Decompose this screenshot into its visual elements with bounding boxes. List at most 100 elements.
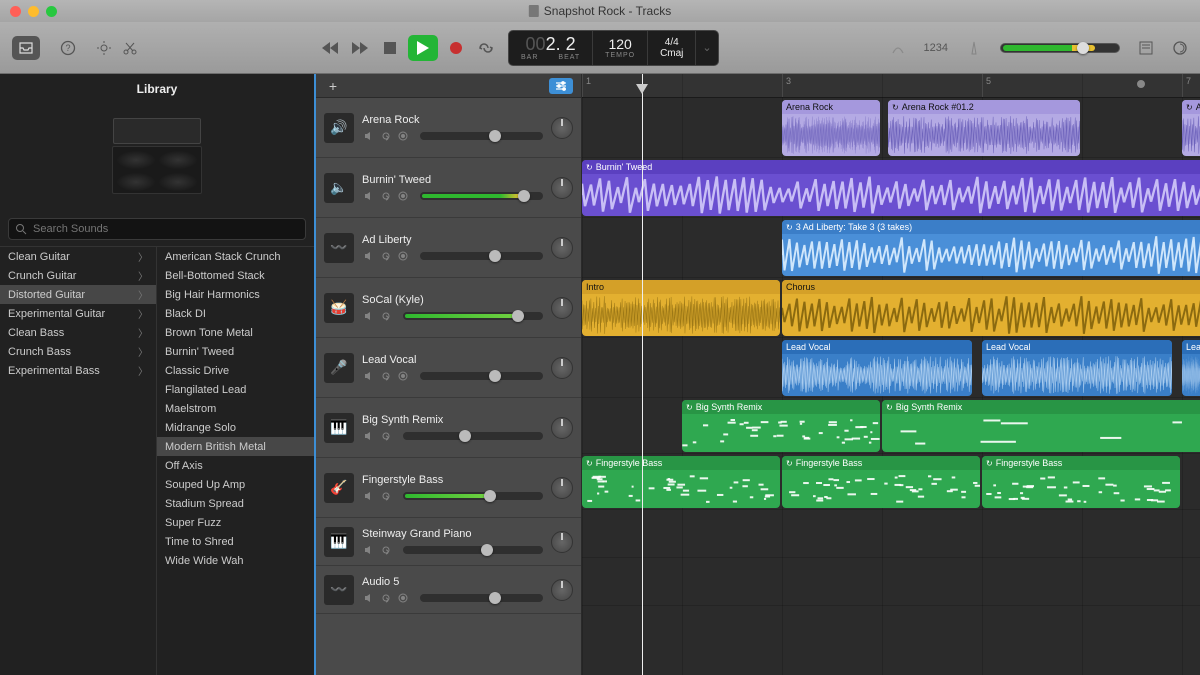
volume-slider[interactable] — [420, 132, 543, 140]
pan-knob[interactable] — [551, 177, 573, 199]
volume-slider[interactable] — [420, 372, 543, 380]
track-header[interactable]: 🥁 SoCal (Kyle) — [316, 278, 581, 338]
cycle-button[interactable] — [474, 38, 498, 58]
region[interactable]: Lead — [1182, 340, 1200, 396]
region[interactable]: ↻Big Synth Remix — [882, 400, 1200, 452]
pan-knob[interactable] — [551, 237, 573, 259]
library-toggle-button[interactable] — [12, 36, 40, 60]
library-item[interactable]: Souped Up Amp — [157, 475, 314, 494]
volume-slider[interactable] — [420, 594, 543, 602]
library-item[interactable]: Time to Shred — [157, 532, 314, 551]
volume-slider[interactable] — [403, 432, 543, 440]
scissors-icon[interactable] — [122, 40, 138, 56]
master-volume-slider[interactable] — [1000, 43, 1120, 53]
library-item[interactable]: Big Hair Harmonics — [157, 285, 314, 304]
library-item[interactable]: Classic Drive — [157, 361, 314, 380]
library-item[interactable]: Clean Bass〉 — [0, 323, 156, 342]
help-icon[interactable]: ? — [60, 40, 76, 56]
mute-button[interactable] — [362, 592, 376, 604]
volume-slider[interactable] — [403, 546, 543, 554]
mute-button[interactable] — [362, 370, 376, 382]
minimize-window-button[interactable] — [28, 6, 39, 17]
volume-slider[interactable] — [403, 492, 543, 500]
record-enable-button[interactable] — [396, 250, 410, 262]
stop-button[interactable] — [378, 38, 402, 58]
volume-slider[interactable] — [403, 312, 543, 320]
library-item[interactable]: Midrange Solo — [157, 418, 314, 437]
smart-controls-button[interactable] — [549, 78, 573, 94]
solo-button[interactable] — [379, 592, 393, 604]
region[interactable]: ↻Arena Rock #01.2 — [888, 100, 1080, 156]
solo-button[interactable] — [379, 370, 393, 382]
record-enable-button[interactable] — [396, 370, 410, 382]
notepad-icon[interactable] — [1138, 40, 1154, 56]
library-item[interactable]: Distorted Guitar〉 — [0, 285, 156, 304]
mute-button[interactable] — [362, 490, 376, 502]
region[interactable]: Lead Vocal — [982, 340, 1172, 396]
pan-knob[interactable] — [551, 117, 573, 139]
maximize-window-button[interactable] — [46, 6, 57, 17]
library-item[interactable]: Brown Tone Metal — [157, 323, 314, 342]
pan-knob[interactable] — [551, 531, 573, 553]
track-header[interactable]: 🎸 Fingerstyle Bass — [316, 458, 581, 518]
mute-button[interactable] — [362, 250, 376, 262]
track-header[interactable]: 🔈 Burnin' Tweed — [316, 158, 581, 218]
track-header[interactable]: 🎤 Lead Vocal — [316, 338, 581, 398]
timeline-row[interactable] — [582, 558, 1200, 606]
brightness-icon[interactable] — [96, 40, 112, 56]
library-item[interactable]: Off Axis — [157, 456, 314, 475]
pan-knob[interactable] — [551, 297, 573, 319]
record-button[interactable] — [444, 38, 468, 58]
library-item[interactable]: Stadium Spread — [157, 494, 314, 513]
volume-slider[interactable] — [420, 192, 543, 200]
mute-button[interactable] — [362, 130, 376, 142]
solo-button[interactable] — [379, 430, 393, 442]
playhead[interactable] — [642, 74, 643, 675]
loop-browser-icon[interactable] — [1172, 40, 1188, 56]
chevron-down-icon[interactable]: ⌄ — [702, 41, 711, 54]
track-header[interactable]: 🎹 Big Synth Remix — [316, 398, 581, 458]
count-in-button[interactable]: 1234 — [924, 42, 948, 54]
library-item[interactable]: Wide Wide Wah — [157, 551, 314, 570]
close-window-button[interactable] — [10, 6, 21, 17]
timeline-ruler[interactable]: 1357911 — [582, 74, 1200, 98]
tuner-icon[interactable] — [890, 40, 906, 56]
library-item[interactable]: Black DI — [157, 304, 314, 323]
play-button[interactable] — [408, 35, 438, 61]
metronome-icon[interactable] — [966, 40, 982, 56]
library-search[interactable] — [8, 218, 306, 240]
solo-button[interactable] — [379, 130, 393, 142]
region[interactable]: ↻Fingerstyle Bass — [782, 456, 980, 508]
timeline-area[interactable]: 1357911 Arena Rock↻Arena Rock #01.2↻Aren… — [582, 74, 1200, 675]
timeline-row[interactable] — [582, 510, 1200, 558]
library-item[interactable]: Crunch Guitar〉 — [0, 266, 156, 285]
region[interactable]: Chorus — [782, 280, 1200, 336]
solo-button[interactable] — [379, 190, 393, 202]
library-item[interactable]: Bell-Bottomed Stack — [157, 266, 314, 285]
track-header[interactable]: 〰️ Ad Liberty — [316, 218, 581, 278]
region[interactable]: ↻Burnin' Tweed — [582, 160, 1200, 216]
region[interactable]: ↻Fingerstyle Bass — [582, 456, 780, 508]
record-enable-button[interactable] — [396, 130, 410, 142]
track-header[interactable]: 🎹 Steinway Grand Piano — [316, 518, 581, 566]
library-item[interactable]: Experimental Bass〉 — [0, 361, 156, 380]
rewind-button[interactable] — [318, 38, 342, 58]
solo-button[interactable] — [379, 250, 393, 262]
solo-button[interactable] — [379, 544, 393, 556]
region[interactable]: Lead Vocal — [782, 340, 972, 396]
region[interactable]: ↻Fingerstyle Bass — [982, 456, 1180, 508]
forward-button[interactable] — [348, 38, 372, 58]
library-item[interactable]: Crunch Bass〉 — [0, 342, 156, 361]
track-header[interactable]: 〰️ Audio 5 — [316, 566, 581, 614]
library-item[interactable]: Flangilated Lead — [157, 380, 314, 399]
mute-button[interactable] — [362, 310, 376, 322]
record-enable-button[interactable] — [396, 190, 410, 202]
library-item[interactable]: Modern British Metal — [157, 437, 314, 456]
library-item[interactable]: Super Fuzz — [157, 513, 314, 532]
mute-button[interactable] — [362, 544, 376, 556]
region[interactable]: ↻3 Ad Liberty: Take 3 (3 takes) — [782, 220, 1200, 276]
library-item[interactable]: Burnin' Tweed — [157, 342, 314, 361]
lcd-display[interactable]: 002. 2 BARBEAT 120 TEMPO 4/4 Cmaj ⌄ — [508, 30, 719, 66]
library-item[interactable]: Maelstrom — [157, 399, 314, 418]
region[interactable]: ↻Arena Rock #01.3 — [1182, 100, 1200, 156]
